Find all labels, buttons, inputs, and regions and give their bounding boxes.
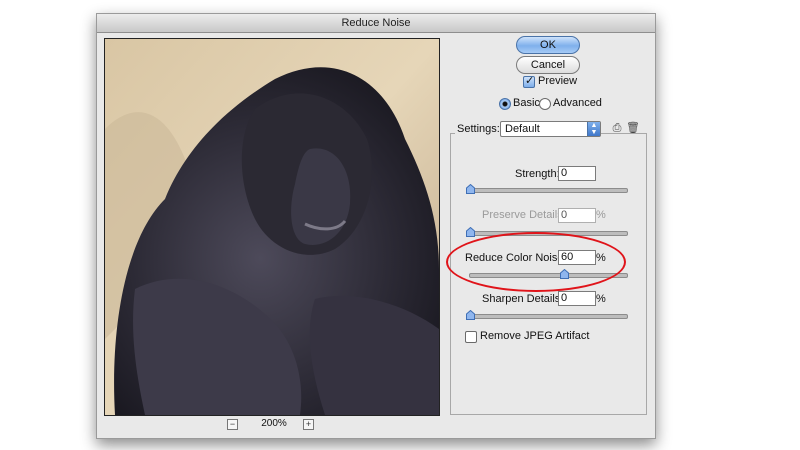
preview-checkbox[interactable]: ✓ — [523, 75, 535, 88]
cancel-button[interactable]: Cancel — [516, 56, 580, 74]
dropdown-arrows-icon: ▲ ▼ — [587, 122, 600, 136]
settings-value: Default — [505, 123, 540, 135]
reduce-color-noise-slider[interactable] — [469, 269, 628, 279]
ok-button[interactable]: OK — [516, 36, 580, 54]
reduce-color-noise-slider-thumb[interactable] — [560, 269, 570, 279]
zoom-level: 200% — [261, 418, 287, 429]
checkmark-icon: ✓ — [525, 75, 535, 87]
sharpen-details-slider-thumb[interactable] — [466, 310, 475, 320]
advanced-label: Advanced — [553, 97, 602, 109]
gorilla-photo — [105, 39, 439, 415]
advanced-radio[interactable] — [539, 98, 551, 110]
reduce-color-noise-input[interactable]: 60 — [558, 250, 596, 265]
strength-input[interactable]: 0 — [558, 166, 596, 181]
preserve-details-label: Preserve Details: — [482, 209, 566, 221]
settings-label: Settings: — [455, 123, 502, 135]
sharpen-details-label: Sharpen Details: — [482, 293, 564, 305]
trash-icon[interactable]: 🗑 — [626, 122, 640, 134]
strength-label: Strength: — [515, 168, 560, 180]
settings-dropdown[interactable]: Default ▲ ▼ — [500, 121, 601, 137]
zoom-in-button[interactable]: + — [303, 419, 314, 430]
dialog-title: Reduce Noise — [97, 14, 655, 33]
preview-label: Preview — [538, 75, 578, 87]
reduce-color-noise-label: Reduce Color Noise: — [465, 252, 567, 264]
preview-image[interactable] — [104, 38, 440, 416]
sharpen-details-slider[interactable] — [466, 310, 628, 320]
preserve-details-unit: % — [596, 209, 606, 221]
sharpen-details-unit: % — [596, 293, 606, 305]
remove-jpeg-artifact-label: Remove JPEG Artifact — [480, 330, 590, 342]
sharpen-details-input[interactable]: 0 — [558, 291, 596, 306]
basic-label: Basic — [513, 97, 540, 109]
zoom-out-button[interactable]: − — [227, 419, 238, 430]
reduce-color-noise-unit: % — [596, 252, 606, 264]
strength-slider[interactable] — [466, 184, 628, 194]
preserve-details-slider-thumb[interactable] — [466, 227, 475, 237]
remove-jpeg-artifact-checkbox[interactable] — [465, 331, 477, 343]
strength-slider-thumb[interactable] — [466, 184, 475, 194]
preserve-details-slider[interactable] — [466, 227, 628, 237]
preserve-details-input[interactable]: 0 — [558, 208, 596, 223]
save-settings-icon[interactable]: ⎙ — [611, 122, 623, 134]
basic-radio[interactable] — [499, 98, 511, 110]
zoom-control: − 200% + — [227, 418, 317, 432]
reduce-noise-dialog: Reduce Noise − 200% + OK Cancel ✓ Previe… — [96, 13, 656, 439]
